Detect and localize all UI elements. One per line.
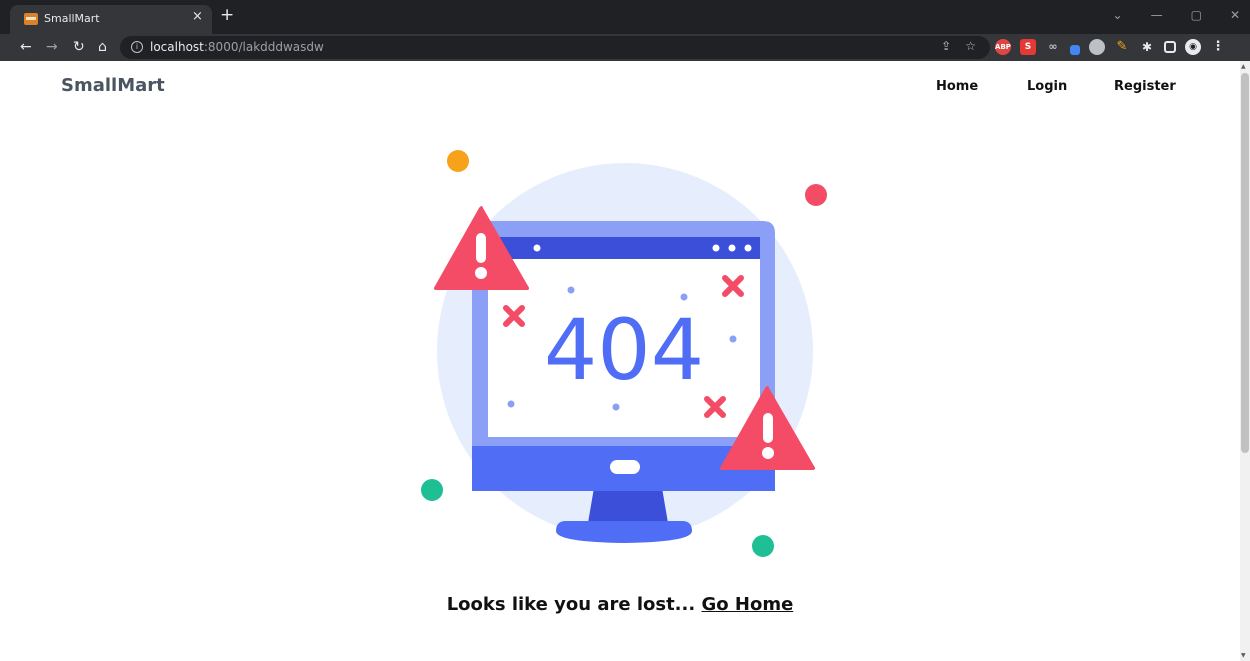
store-favicon-icon (24, 13, 38, 25)
profile-avatar-icon[interactable]: ◉ (1185, 39, 1201, 55)
adblock-extension-icon[interactable]: ABP (995, 39, 1011, 55)
teal-dot-2-icon (752, 535, 774, 557)
lost-text: Looks like you are lost... (446, 594, 696, 615)
red-dot-icon (805, 184, 827, 206)
forward-arrow-icon[interactable]: → (46, 37, 58, 57)
reload-icon[interactable]: ↻ (73, 37, 85, 57)
url-host: localhost (150, 40, 204, 54)
browser-tab[interactable]: SmallMart × (10, 5, 212, 34)
home-icon[interactable]: ⌂ (98, 37, 107, 57)
tab-title: SmallMart (44, 12, 100, 25)
restore-button[interactable]: ▢ (1191, 8, 1202, 22)
blue-extension-icon[interactable] (1070, 45, 1080, 55)
share-icon[interactable]: ⇪ (941, 39, 951, 53)
side-panel-icon[interactable] (1164, 41, 1176, 53)
close-window-button[interactable]: ✕ (1230, 8, 1240, 22)
new-tab-button[interactable]: + (220, 7, 234, 24)
glasses-extension-icon[interactable]: ∞ (1045, 39, 1061, 55)
scroll-down-arrow-icon[interactable]: ▼ (1241, 652, 1246, 659)
url-text[interactable]: localhost:8000/lakdddwasdw (150, 40, 324, 54)
omnibox-actions: ⇪ ☆ (941, 39, 976, 53)
s-extension-icon[interactable]: S (1020, 39, 1036, 55)
url-path: :8000/lakdddwasdw (203, 40, 324, 54)
window-controls: ⌄ — ▢ ✕ (1113, 8, 1240, 22)
address-bar[interactable]: i localhost:8000/lakdddwasdw ⇪ ☆ (120, 36, 990, 59)
browser-tab-bar: SmallMart × + ⌄ — ▢ ✕ (0, 0, 1250, 34)
page-scrollbar[interactable]: ▲ ▼ (1240, 61, 1250, 661)
nav-home-link[interactable]: Home (936, 79, 978, 94)
tab-close-button[interactable]: × (192, 9, 203, 24)
nav-login-link[interactable]: Login (1027, 79, 1067, 94)
pencil-extension-icon[interactable]: ✎ (1114, 39, 1130, 55)
bookmark-star-icon[interactable]: ☆ (965, 39, 976, 53)
brand-logo[interactable]: SmallMart (61, 75, 165, 96)
tab-search-icon[interactable]: ⌄ (1113, 8, 1123, 22)
go-home-link[interactable]: Go Home (701, 594, 793, 615)
scroll-thumb[interactable] (1241, 73, 1249, 453)
extensions-row: ABP S ∞ ✎ ✱ ◉ ⋮ (995, 39, 1226, 55)
lost-message: Looks like you are lost... Go Home (0, 594, 1240, 615)
404-illustration: 404 (421, 150, 827, 557)
browser-toolbar: ← → ↻ ⌂ i localhost:8000/lakdddwasdw ⇪ ☆… (0, 34, 1250, 61)
nav-register-link[interactable]: Register (1114, 79, 1176, 94)
minimize-button[interactable]: — (1151, 8, 1163, 22)
error-code-text: 404 (544, 301, 704, 399)
puzzle-extensions-icon[interactable]: ✱ (1139, 39, 1155, 55)
page-content: SmallMart Home Login Register 404 Looks … (0, 61, 1240, 661)
orange-dot-icon (447, 150, 469, 172)
teal-dot-icon (421, 479, 443, 501)
menu-kebab-icon[interactable]: ⋮ (1210, 39, 1226, 55)
site-info-icon[interactable]: i (131, 41, 143, 53)
scroll-up-arrow-icon[interactable]: ▲ (1241, 63, 1246, 70)
globe-extension-icon[interactable] (1089, 39, 1105, 55)
back-arrow-icon[interactable]: ← (20, 37, 32, 57)
